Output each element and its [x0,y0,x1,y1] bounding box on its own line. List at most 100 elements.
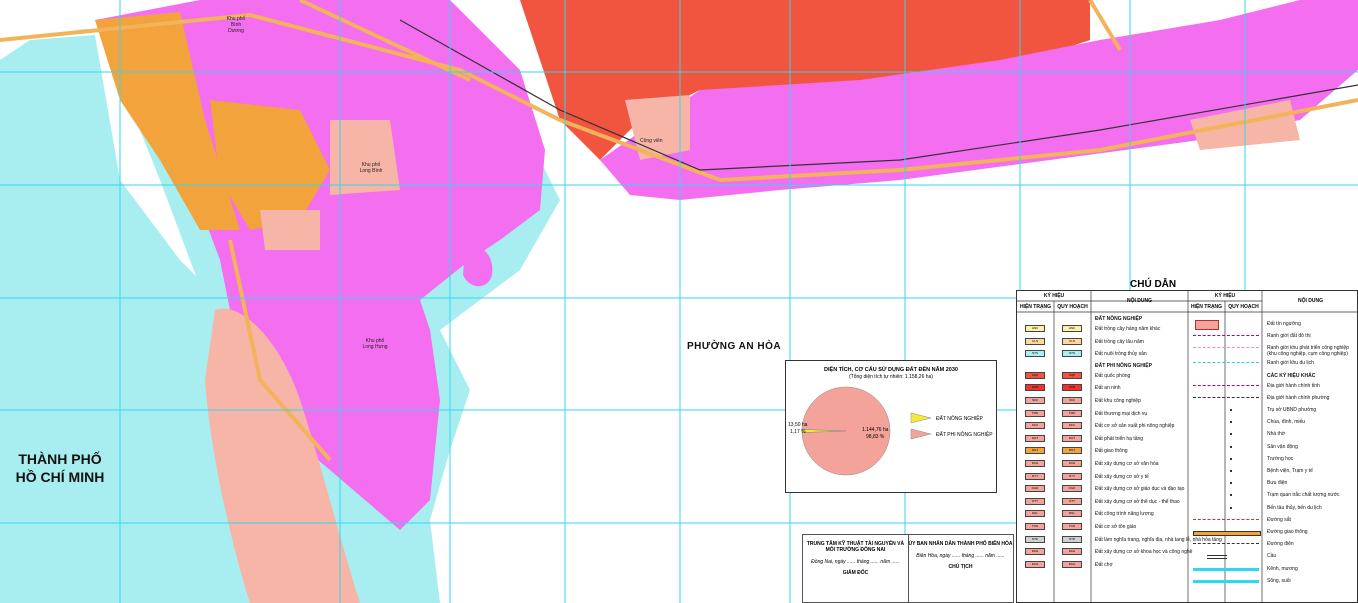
legend-symbol-dash-purple [1193,335,1259,337]
legend-item-label: Trường học [1267,455,1294,462]
legend-item-label: Đất xây dựng cơ sở giáo dục và đào tạo [1095,486,1185,493]
legend-item-label: Trạm quan trắc chất lượng nước [1267,492,1340,499]
legend-swatch-current: TON [1025,523,1045,530]
area-label-cong-vien: Công viên [640,138,663,144]
legend-item-label: Đất cơ sở sản xuất phi nông nghiệp [1095,423,1175,430]
legend-item-label: Đất tín ngưỡng [1267,321,1301,327]
park-patch-3 [260,210,320,250]
legend-swatch-plan: DGD [1062,485,1082,493]
percent-label-1: 1,17 % [790,429,806,435]
legend-swatch-current: NTD [1025,535,1045,543]
legend-header-noidung-2: NỘI DUNG [1298,298,1323,304]
legend-item-label: Đất trồng cây lâu năm [1095,338,1144,345]
legend-symbol-bridge [1207,555,1227,560]
legend-item-label: Đất xây dựng cơ sở văn hóa [1095,461,1159,467]
committee-title: ỦY BAN NHÂN DÂN THÀNH PHỐ BIÊN HÒA [908,541,1013,547]
legend-item-label: Bưu điện [1267,480,1288,487]
legend-swatch-current: SKK [1025,397,1045,404]
legend-symbol-dashdot2 [1193,396,1259,398]
legend-item-label: Đất cơ sở tôn giáo [1095,524,1137,530]
legend-swatch-plan: SKK [1062,397,1082,404]
legend-swatch-current: NTS [1025,350,1045,358]
legend-swatch-plan: TMD [1062,409,1082,417]
legend-swatch-current: HNK [1025,325,1045,332]
legend-symbol-dot [1230,506,1232,509]
legend-item-label: Đất xây dựng cơ sở khoa học và công nghệ [1095,549,1193,556]
committee-role: CHỦ TỊCH [948,564,973,570]
legend-item-label: Đất xây dựng cơ sở thể dục - thể thao [1095,498,1180,505]
legend-item-label: Đất xây dựng cơ sở y tế [1095,473,1149,480]
legend-item-label: Đất phát triển hạ tầng [1095,435,1144,442]
legend-swatch-plan: CAN [1062,384,1082,392]
legend-swatch-current: DGT [1025,447,1045,455]
legend-swatch-plan: CLN [1062,337,1082,345]
center-title: TRUNG TÂM KỸ THUẬT TÀI NGUYÊN VÀ MÔI TRƯ… [806,541,905,553]
city-label-hcm: THÀNH PHỐ HỒ CHÍ MINH [15,451,105,485]
legend-symbol-dashdot [1193,384,1259,386]
legend-item-label: Địa giới hành chính tỉnh [1267,382,1320,389]
legend-symbol-dot [1230,409,1232,411]
legend-header-quyhoach: QUY HOẠCH [1057,304,1088,310]
legend-swatch-current: CQP [1025,371,1045,379]
legend-item-label: Đất công trình năng lượng [1095,511,1154,518]
legend-symbol-canal [1193,567,1259,571]
legend-symbol-dot [1230,445,1232,448]
area-label-binh-duong: Khu phố Bình Dương [226,16,246,34]
legend-item-label: Địa giới hành chính phường [1267,394,1330,401]
legend-header-kyhieu-2: KÝ HIỆU [1214,293,1236,299]
legend-swatch-plan: DYT [1062,472,1082,480]
legend-swatch-plan: TON [1062,523,1082,530]
legend-swatch-plan: DVH [1062,460,1082,467]
ward-label-an-hoa: PHƯỜNG AN HÒA [687,341,782,352]
legend-header-hientrang: HIỆN TRẠNG [1019,304,1052,310]
legend-item-label: Chùa, đình, miếu [1267,419,1306,426]
land-structure-chart-panel: DIỆN TÍCH, CƠ CẤU SỬ DỤNG ĐẤT ĐẾN NĂM 20… [785,360,997,493]
legend-swatch-current: DYT [1025,472,1045,480]
legend-symbol-dash-pink [1193,347,1259,349]
legend-swatch-current: TMD [1025,409,1045,417]
legend-item-label: Đất an ninh [1095,385,1121,392]
legend-panel: KÝ HIỆU HIỆN TRẠNG QUY HOẠCH NỘI DUNG KÝ… [1016,290,1358,603]
legend-swatch-current: DHT [1025,434,1045,442]
legend-item-label: Trụ sở UBND phường [1267,407,1317,413]
legend-item-label: Bệnh viện, Trạm y tế [1267,468,1313,474]
legend-symbol-box [1195,320,1219,330]
legend-symbol-dot [1230,470,1232,472]
legend-header-noidung: NỘI DUNG [1127,298,1152,304]
chart-title: DIỆN TÍCH, CƠ CẤU SỬ DỤNG ĐẤT ĐẾN NĂM 20… [824,367,958,373]
legend-label-1: ĐẤT NÔNG NGHIỆP [936,414,984,422]
legend-item-label: Sông, suối [1267,577,1291,584]
legend-swatch-plan: CQP [1062,371,1082,379]
area-label-long-hung: Khu phố Long Hưng [362,338,388,350]
legend-swatch-current: SKC [1025,422,1045,430]
legend-swatch-plan: HNK [1062,325,1082,332]
legend-section: ĐẤT NÔNG NGHIỆP [1095,316,1143,322]
legend-swatch-current: DTT [1025,497,1045,505]
legend-swatch-current: CAN [1025,384,1045,392]
legend-item-label: Kênh, mương [1267,565,1298,572]
legend-swatch-plan: DCH [1062,560,1082,568]
signature-block: TRUNG TÂM KỸ THUẬT TÀI NGUYÊN VÀ MÔI TRƯ… [802,534,1014,603]
legend-swatch-current: DCH [1025,560,1045,568]
legend-swatch-2 [910,428,932,440]
legend-swatch-plan: DKH [1062,548,1082,556]
percent-label-2: 98,83 % [866,434,885,440]
legend-swatch-current: DKH [1025,548,1045,556]
legend-symbol-dot [1230,433,1232,436]
legend-symbol-river [1193,579,1259,583]
legend-item-label: Đất khu công nghiệp [1095,398,1141,404]
legend-section: CÁC KÝ HIỆU KHÁC [1267,372,1316,379]
legend-item-label: Sân vận động [1267,443,1298,450]
center-role: GIÁM ĐỐC [842,570,869,576]
legend-swatch-plan: DGT [1062,447,1082,455]
chart-subtitle: (Tổng diện tích tự nhiên: 1.158,26 ha) [849,374,933,380]
legend-header-kyhieu: KÝ HIỆU [1043,293,1065,299]
legend-item-label: Ranh giới khu phát triển công nghiệp (kh… [1267,345,1349,358]
legend-item-label: Đất giao thông [1095,448,1128,455]
legend-symbol-dot [1230,457,1232,460]
legend-item-label: Đường sắt [1267,516,1291,523]
legend-title: CHÚ DẪN [1130,279,1177,290]
legend-item-label: Đường điện [1267,541,1294,548]
area-label-long-binh: Khu phố Long Bình [359,162,383,174]
legend-swatch-1 [910,412,932,424]
